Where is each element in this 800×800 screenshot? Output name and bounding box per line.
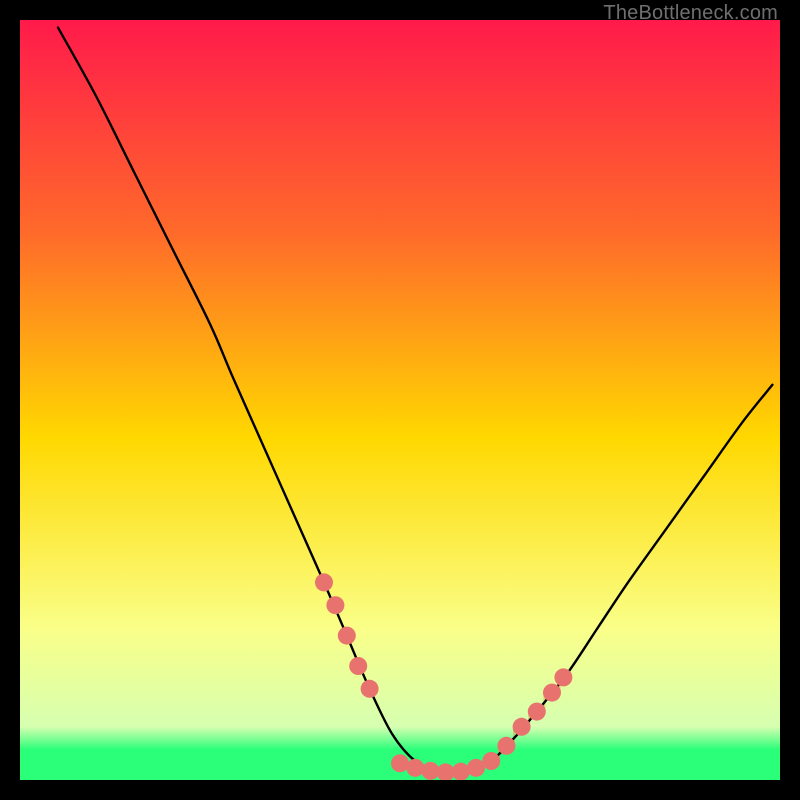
data-marker xyxy=(513,718,531,736)
data-marker xyxy=(528,703,546,721)
data-marker xyxy=(543,684,561,702)
data-marker xyxy=(406,759,424,777)
watermark-text: TheBottleneck.com xyxy=(603,2,778,25)
chart-frame xyxy=(20,20,780,780)
gradient-background xyxy=(20,20,780,780)
bottleneck-chart xyxy=(20,20,780,780)
data-marker xyxy=(315,573,333,591)
data-marker xyxy=(482,752,500,770)
data-marker xyxy=(391,754,409,772)
data-marker xyxy=(452,763,470,780)
data-marker xyxy=(361,680,379,698)
data-marker xyxy=(497,737,515,755)
data-marker xyxy=(421,762,439,780)
data-marker xyxy=(554,668,572,686)
data-marker xyxy=(338,627,356,645)
data-marker xyxy=(349,657,367,675)
data-marker xyxy=(326,596,344,614)
